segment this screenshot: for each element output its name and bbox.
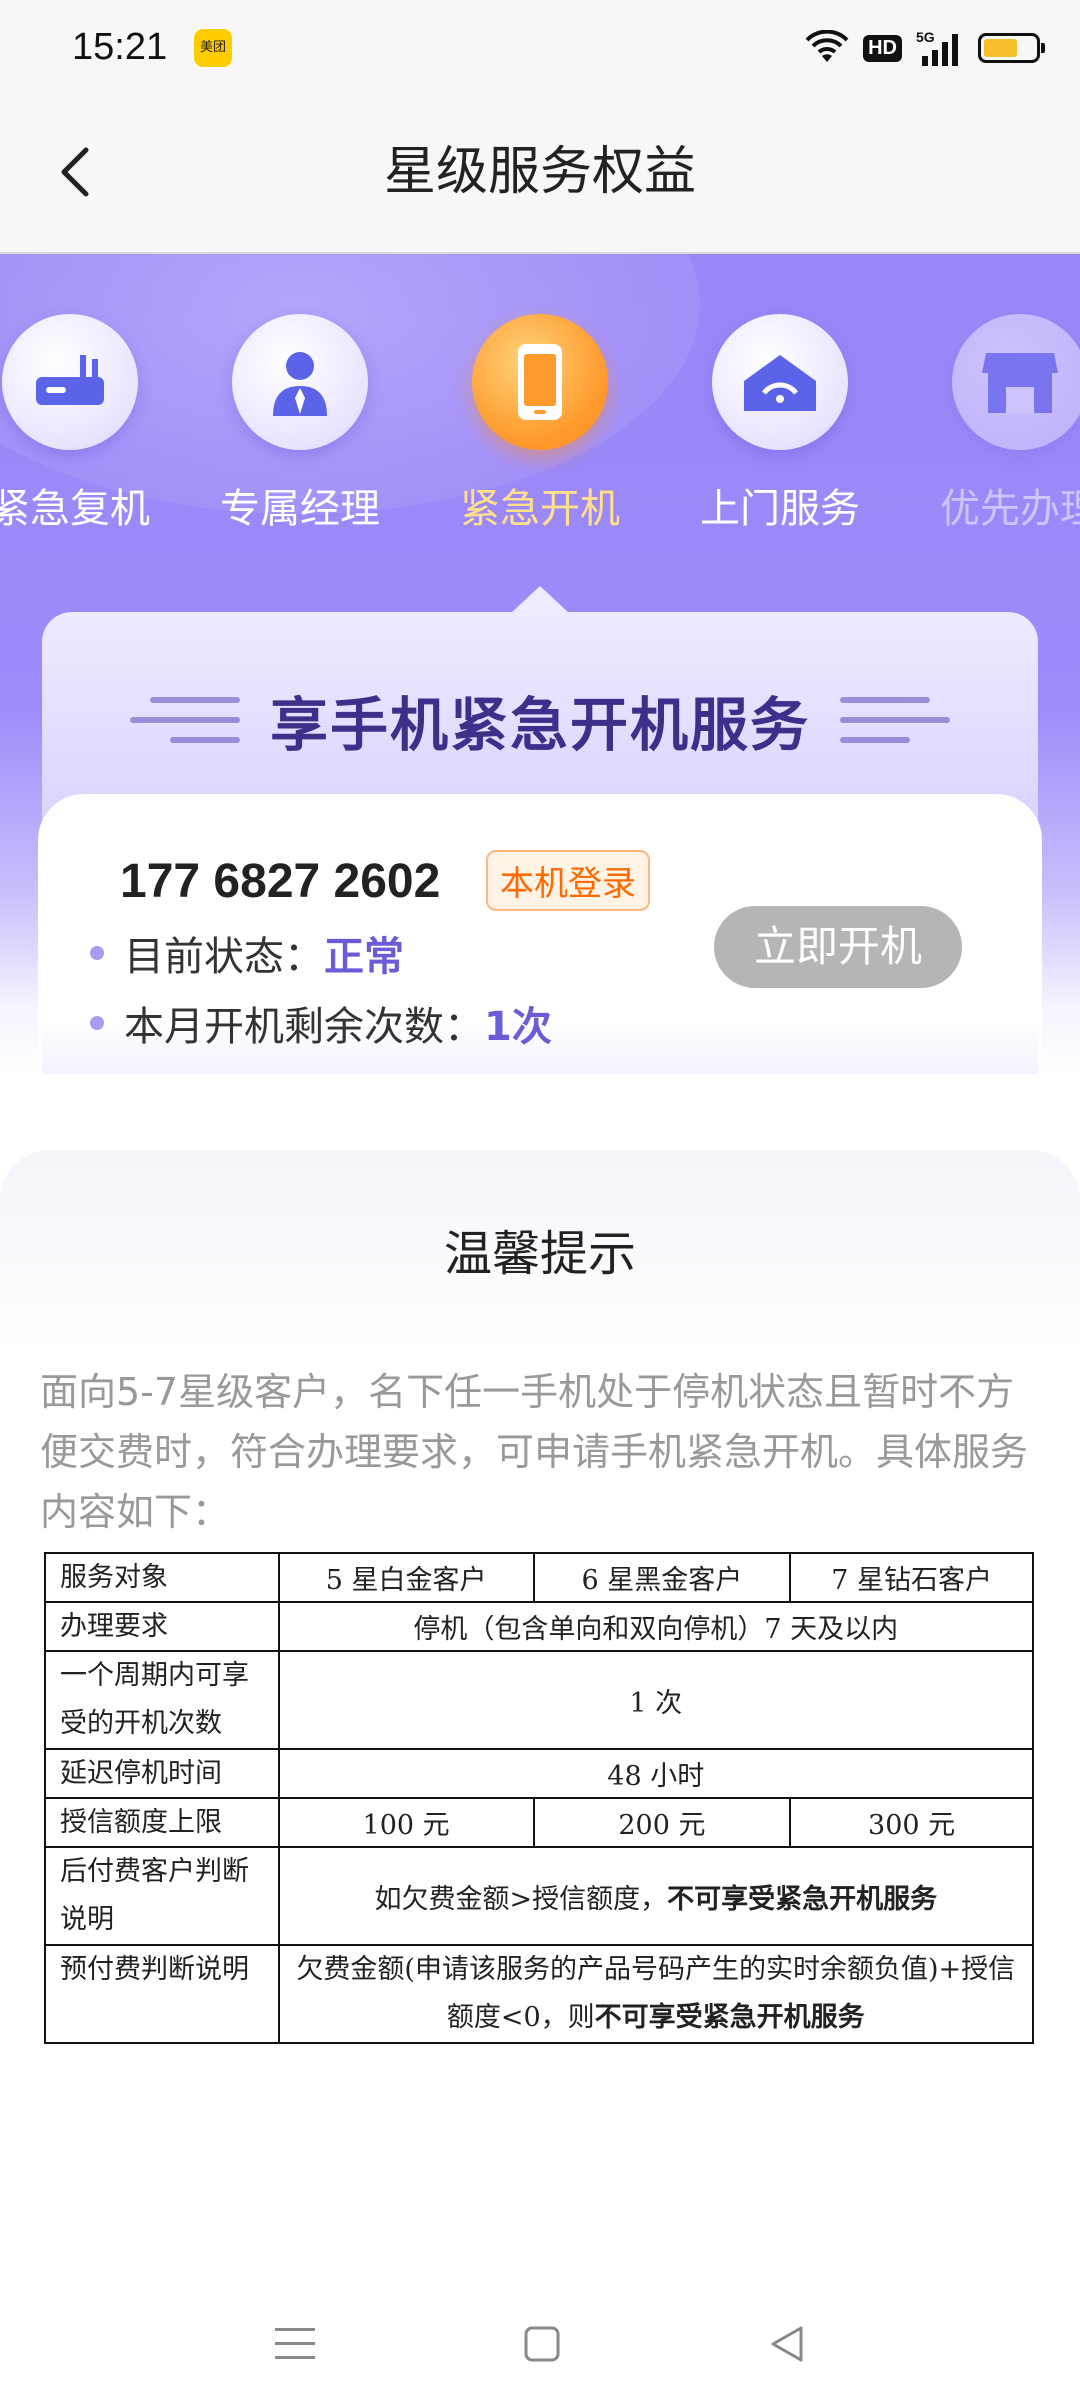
meituan-notification-icon: 美团 [194,29,232,67]
service-carousel[interactable]: 紧急复机 专属经理 紧急开机 上门服务 优先办 [0,314,1080,554]
status-bar: 15:21 美团 HD 5G [0,0,1080,96]
phone-icon [518,344,562,420]
service-label: 上门服务 [700,486,860,532]
remaining-value: 1次 [484,1004,552,1050]
login-badge: 本机登录 [486,850,650,911]
table-row: 办理要求 停机（包含单向和双向停机）7 天及以内 [44,1601,1035,1652]
back-triangle-icon[interactable] [767,2324,807,2364]
tips-title: 温馨提示 [443,1226,636,1282]
router-icon [36,355,104,405]
open-now-button[interactable]: 立即开机 [714,906,962,988]
service-item-emergency-open[interactable]: 紧急开机 [425,314,655,534]
service-rules-table: 服务对象 5 星白金客户 6 星黑金客户 7 星钻石客户 办理要求 停机（包含单… [44,1552,1035,2044]
nav-bar: 星级服务权益 [0,96,1080,254]
table-row: 一个周期内可享受的开机次数 1 次 [44,1650,1035,1750]
service-item-home-service[interactable]: 上门服务 [665,314,895,534]
store-icon [982,353,1058,413]
battery-icon [978,33,1045,63]
service-label: 专属经理 [220,486,380,532]
status-value: 正常 [324,934,404,980]
wifi-icon [805,30,849,62]
hero-section: 紧急复机 专属经理 紧急开机 上门服务 优先办 享手机紧急开机服务 177 68… [0,254,1080,1074]
phone-number: 177 6827 2602 [120,855,441,908]
signal-5g-icon: 5G [916,29,958,66]
status-time: 15:21 [72,26,168,68]
remaining-count: 本月开机剩余次数： 1次 [90,994,552,1052]
manager-icon [273,352,327,416]
table-row: 服务对象 5 星白金客户 6 星黑金客户 7 星钻石客户 [44,1552,1034,1603]
home-service-icon [744,355,816,411]
tips-section: 温馨提示 面向5-7星级客户，名下任一手机处于停机状态且暂时不方便交费时，符合办… [0,1150,1080,2280]
table-row: 延迟停机时间 48 小时 [44,1748,1035,1799]
account-card: 177 6827 2602 本机登录 目前状态： 正常 本月开机剩余次数： 1次… [38,794,1042,1074]
decoration-lines [129,697,240,743]
svg-text:5G: 5G [916,29,935,45]
service-label: 优先办理 [940,486,1080,532]
benefit-title: 享手机紧急开机服务 [269,691,810,759]
page-title: 星级服务权益 [383,142,696,202]
battery-level [984,39,1017,57]
current-status: 目前状态： 正常 [90,924,404,982]
table-row: 后付费客户判断说明 如欠费金额>授信额度，不可享受紧急开机服务 [44,1846,1035,1946]
service-label: 紧急开机 [460,486,620,532]
status-icons: HD 5G [805,26,1045,70]
hd-icon: HD [863,34,902,62]
selected-indicator [510,586,570,614]
remaining-label: 本月开机剩余次数： [124,1004,484,1050]
home-icon[interactable] [522,2324,562,2364]
service-item-exclusive-manager[interactable]: 专属经理 [185,314,415,534]
decoration-lines [840,697,950,743]
system-nav-bar [0,2280,1080,2408]
table-row: 授信额度上限 100 元 200 元 300 元 [44,1797,1034,1848]
table-row: 预付费判断说明 欠费金额(申请该服务的产品号码产生的实时余额负值)+授信额度<0… [44,1944,1035,2044]
menu-icon[interactable] [273,2324,317,2364]
service-item-emergency-restore[interactable]: 紧急复机 [0,314,185,534]
tips-description: 面向5-7星级客户，名下任一手机处于停机状态且暂时不方便交费时，符合办理要求，可… [40,1370,1029,1534]
status-label: 目前状态： [124,934,324,980]
service-item-priority[interactable]: 优先办理 [905,314,1080,534]
service-label: 紧急复机 [0,486,150,532]
